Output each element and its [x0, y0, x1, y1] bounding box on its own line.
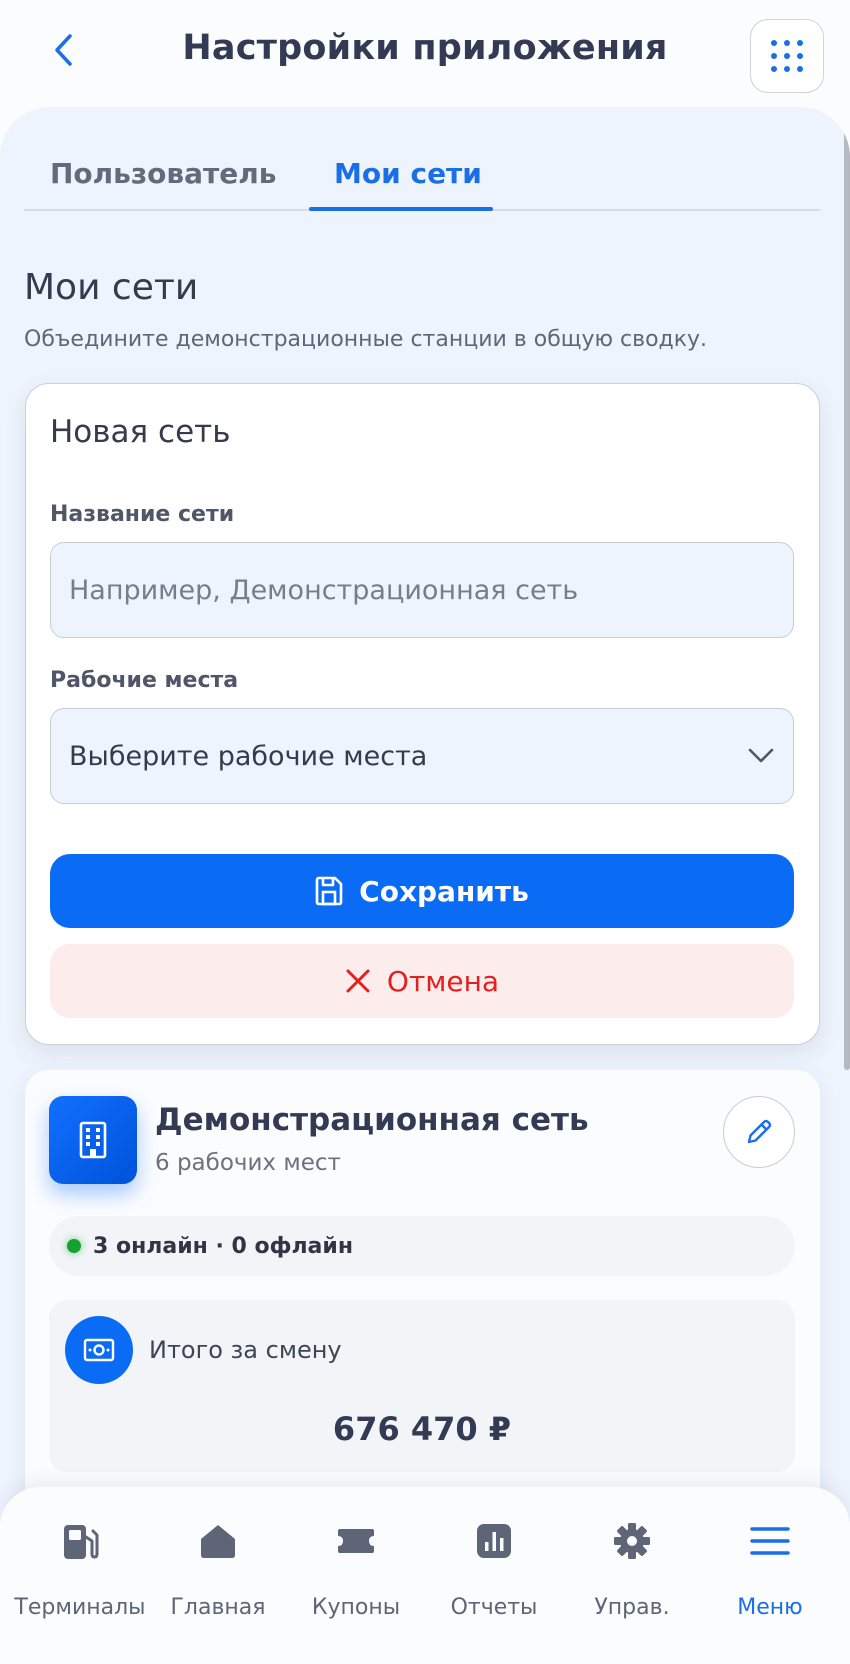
network-name-label: Название сети	[50, 502, 235, 527]
nav-home-label: Главная	[170, 1595, 266, 1620]
cancel-button-label: Отмена	[386, 964, 500, 998]
nav-reports[interactable]: Отчеты	[424, 1487, 564, 1664]
nav-manage-label: Управ.	[594, 1595, 670, 1620]
workplaces-label: Рабочие места	[50, 668, 239, 693]
nav-manage[interactable]: Управ.	[562, 1487, 702, 1664]
apps-menu-button[interactable]	[750, 19, 824, 93]
grid-dots-icon	[771, 40, 803, 72]
nav-home[interactable]: Главная	[148, 1487, 288, 1664]
settings-panel: Пользователь Мои сети Мои сети Объединит…	[0, 107, 850, 1577]
fuel-pump-icon	[58, 1519, 102, 1563]
network-avatar	[49, 1096, 137, 1184]
save-button[interactable]: Сохранить	[50, 854, 794, 928]
tab-bar: Пользователь Мои сети	[24, 107, 820, 211]
tab-user[interactable]: Пользователь	[50, 157, 276, 190]
active-tab-indicator	[309, 207, 493, 211]
online-status-dot	[67, 1239, 81, 1253]
nav-coupons-label: Купоны	[311, 1595, 401, 1620]
gear-icon	[610, 1519, 654, 1563]
pencil-icon	[747, 1119, 772, 1144]
workplaces-select-value: Выберите рабочие места	[69, 740, 428, 772]
home-icon	[196, 1519, 240, 1563]
floppy-disk-icon	[315, 876, 343, 906]
network-name: Демонстрационная сеть	[155, 1102, 589, 1138]
section-title: Мои сети	[24, 267, 199, 308]
ticket-icon	[334, 1519, 378, 1563]
new-network-card: Новая сеть Название сети Например, Демон…	[25, 383, 820, 1045]
network-status: 3 онлайн · 0 офлайн	[49, 1216, 795, 1276]
nav-coupons[interactable]: Купоны	[286, 1487, 426, 1664]
section-subtitle: Объедините демонстрационные станции в об…	[24, 327, 708, 352]
shift-total-box: Итого за смену 676 470 ₽	[49, 1300, 795, 1472]
cancel-button[interactable]: Отмена	[50, 944, 794, 1018]
building-icon	[79, 1121, 107, 1159]
network-name-input[interactable]: Например, Демонстрационная сеть	[50, 542, 794, 638]
app-header: Настройки приложения	[0, 0, 850, 104]
chevron-down-icon	[748, 748, 774, 763]
network-name-placeholder: Например, Демонстрационная сеть	[69, 574, 579, 606]
form-title: Новая сеть	[50, 414, 231, 450]
workplaces-select[interactable]: Выберите рабочие места	[50, 708, 794, 804]
tab-my-networks[interactable]: Мои сети	[334, 157, 482, 190]
network-status-text: 3 онлайн · 0 офлайн	[93, 1233, 354, 1259]
nav-menu-label: Меню	[737, 1595, 803, 1620]
nav-reports-label: Отчеты	[450, 1595, 538, 1620]
bottom-navigation: Терминалы Главная Купоны Отчеты Управ. М…	[0, 1487, 850, 1664]
nav-terminals[interactable]: Терминалы	[10, 1487, 150, 1664]
shift-total-label: Итого за смену	[149, 1336, 342, 1364]
nav-terminals-label: Терминалы	[14, 1595, 146, 1620]
close-icon	[346, 969, 370, 993]
page-title: Настройки приложения	[182, 28, 668, 68]
network-workplaces-count: 6 рабочих мест	[155, 1150, 341, 1176]
hamburger-icon	[748, 1519, 792, 1563]
shift-total-value: 676 470 ₽	[332, 1410, 512, 1448]
nav-menu[interactable]: Меню	[700, 1487, 840, 1664]
chart-icon	[472, 1519, 516, 1563]
cash-icon-badge	[65, 1316, 133, 1384]
edit-network-button[interactable]	[723, 1096, 795, 1168]
cash-icon	[83, 1338, 115, 1362]
save-button-label: Сохранить	[359, 874, 529, 908]
scrollbar[interactable]	[844, 125, 850, 1070]
